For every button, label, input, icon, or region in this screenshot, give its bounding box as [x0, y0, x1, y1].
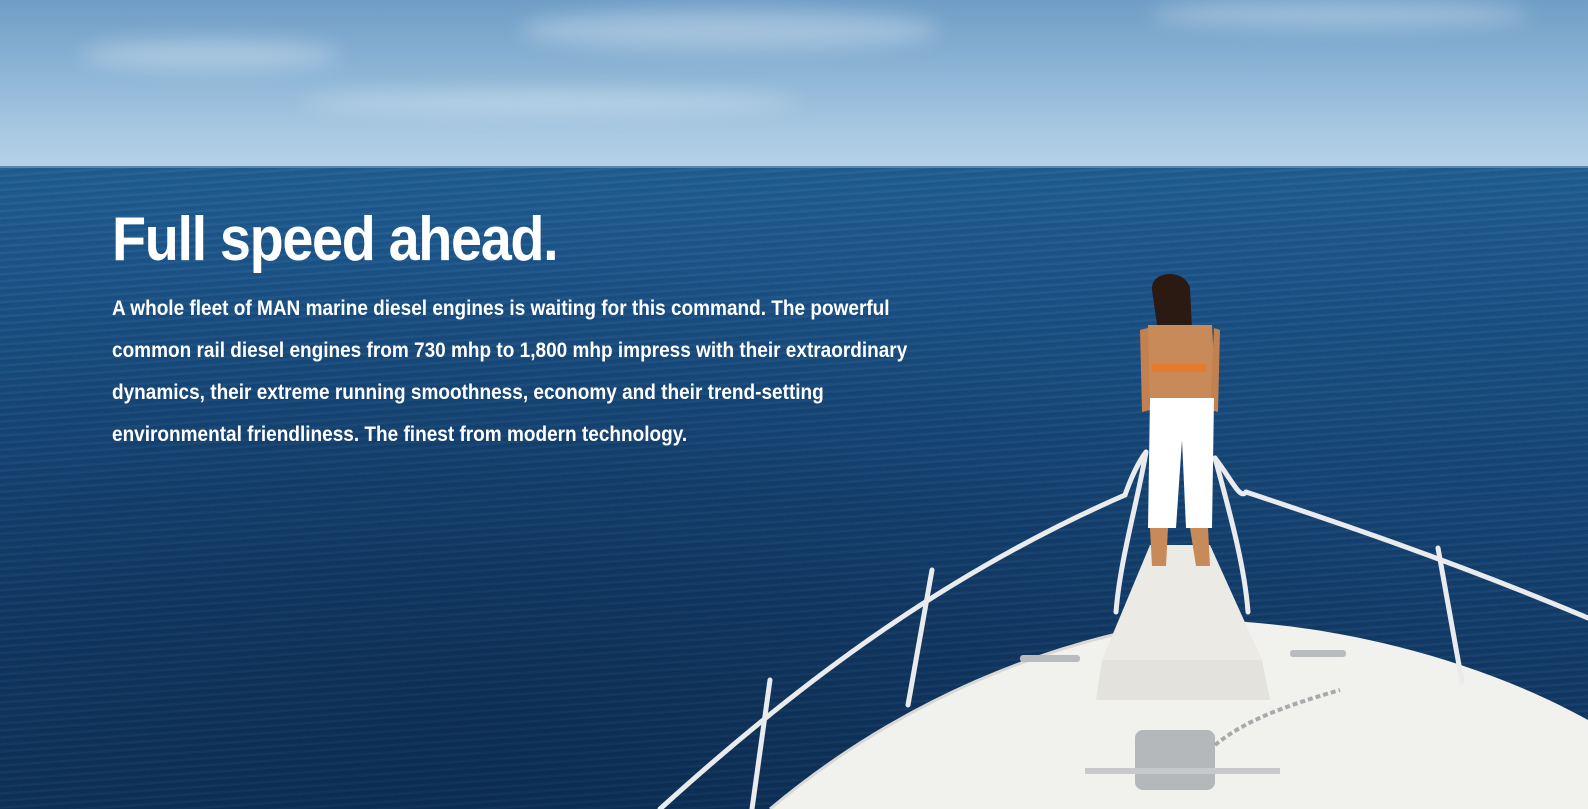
hero-headline: Full speed ahead. [112, 205, 559, 274]
woman-figure [1140, 273, 1220, 566]
hero-copy: Full speed ahead. A whole fleet of MAN m… [112, 200, 912, 456]
hero-banner: Full speed ahead. A whole fleet of MAN m… [0, 0, 1588, 809]
hero-body-text: A whole fleet of MAN marine diesel engin… [112, 297, 908, 446]
